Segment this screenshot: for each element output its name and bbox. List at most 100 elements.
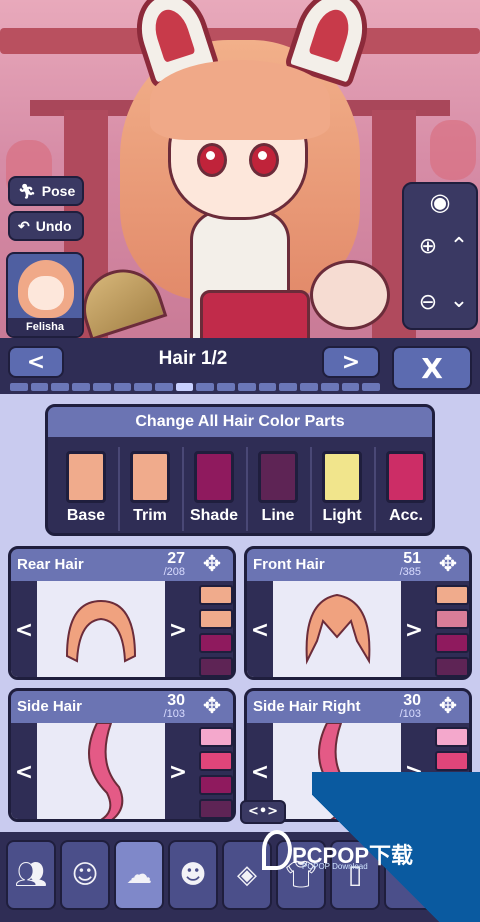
part-total: /103 (163, 708, 185, 720)
color-part-shade[interactable]: Shade (182, 443, 246, 533)
move-icon[interactable]: ✥ (433, 551, 463, 579)
zoom-out-icon[interactable]: ⊖ (410, 290, 446, 315)
page-dot (217, 383, 235, 391)
part-card-rear-hair: Rear Hair 27/208 ✥ < > (8, 546, 236, 680)
color-part-acc[interactable]: Acc. (374, 443, 438, 533)
part-color-swatch[interactable] (199, 727, 233, 747)
category-presets[interactable]: 👥︎ (6, 840, 56, 910)
part-preview[interactable] (273, 581, 401, 677)
undo-icon: ↶ (18, 217, 30, 234)
pose-label: Pose (41, 183, 76, 199)
panel-header: < Hair 1/2 > X (0, 338, 480, 394)
next-part-button[interactable]: > (165, 581, 191, 677)
character-scene[interactable]: 🏃︎ Pose ↶ Undo Felisha ◉ ⊕ ⌃ ⊖ ⌄ (0, 0, 480, 345)
part-color-swatch[interactable] (199, 657, 233, 677)
watermark-logo-icon (262, 830, 292, 870)
color-part-light[interactable]: Light (310, 443, 374, 533)
part-color-swatch[interactable] (435, 585, 469, 605)
pose-button[interactable]: 🏃︎ Pose (8, 176, 84, 206)
move-icon[interactable]: ✥ (433, 693, 463, 721)
next-page-button[interactable]: > (322, 346, 380, 378)
move-icon[interactable]: ✥ (197, 551, 227, 579)
prev-page-button[interactable]: < (8, 346, 64, 378)
part-total: /385 (399, 566, 421, 578)
arrow-down-icon[interactable]: ⌄ (444, 288, 474, 313)
part-color-swatch[interactable] (199, 775, 233, 795)
swatch-divider (118, 447, 120, 531)
character-hakama (200, 290, 310, 345)
undo-button[interactable]: ↶ Undo (8, 211, 84, 241)
part-name: Rear Hair (17, 556, 84, 573)
panel-title: Hair 1/2 (158, 348, 228, 369)
part-name: Front Hair (253, 556, 325, 573)
part-name: Side Hair (17, 698, 83, 715)
part-number: 30 (403, 692, 421, 709)
page-dot (134, 383, 153, 391)
body-icon: ☺ (71, 860, 99, 890)
color-part-base[interactable]: Base (54, 443, 118, 533)
page-dot (279, 383, 298, 391)
part-color-swatch[interactable] (435, 727, 469, 747)
part-color-swatch[interactable] (199, 799, 233, 819)
part-preview[interactable] (37, 581, 165, 677)
category-body[interactable]: ☺ (60, 840, 110, 910)
eye-left (197, 143, 227, 177)
move-icon[interactable]: ✥ (197, 693, 227, 721)
change-all-hair-colors: Change All Hair Color Parts Base Trim Shad… (45, 404, 435, 536)
prev-part-button[interactable]: < (11, 581, 37, 677)
page-dot (113, 383, 132, 391)
background-lantern (430, 120, 476, 180)
color-swatch[interactable] (258, 451, 298, 503)
part-color-list (199, 585, 233, 677)
part-color-swatch[interactable] (435, 751, 469, 771)
part-color-swatch[interactable] (435, 657, 469, 677)
prev-part-button[interactable]: < (11, 723, 37, 819)
page-dot (10, 383, 28, 391)
color-swatch[interactable] (66, 451, 106, 503)
arrow-up-icon[interactable]: ⌃ (444, 234, 474, 259)
category-face[interactable]: ☻ (168, 840, 218, 910)
part-color-swatch[interactable] (199, 609, 233, 629)
zoom-in-icon[interactable]: ⊕ (410, 234, 446, 259)
page-indicator (10, 383, 380, 391)
part-card-header: Side Hair Right 30/103 ✥ (247, 691, 469, 723)
character-avatar-card[interactable]: Felisha (6, 252, 84, 338)
color-swatch[interactable] (194, 451, 234, 503)
color-part-trim[interactable]: Trim (118, 443, 182, 533)
color-swatch[interactable] (322, 451, 362, 503)
part-color-swatch[interactable] (199, 751, 233, 771)
part-color-swatch[interactable] (199, 585, 233, 605)
undo-label: Undo (35, 218, 72, 234)
part-number: 51 (403, 550, 421, 567)
hair-icon: ☁ (126, 860, 152, 890)
watermark-subtext: PCPOP Download (302, 862, 368, 871)
category-hair[interactable]: ☁ (114, 840, 164, 910)
face-icon: ☻ (179, 860, 207, 890)
color-box-title: Change All Hair Color Parts (48, 407, 432, 437)
page-dot (300, 383, 318, 391)
character[interactable] (72, 0, 390, 345)
part-color-list (435, 585, 469, 677)
page-dot (175, 383, 194, 391)
color-swatch[interactable] (386, 451, 426, 503)
part-color-swatch[interactable] (435, 609, 469, 629)
eye-icon[interactable]: ◉ (422, 188, 458, 216)
part-color-swatch[interactable] (199, 633, 233, 653)
part-card-header: Rear Hair 27/208 ✥ (11, 549, 233, 581)
page-dot (92, 383, 111, 391)
color-part-line[interactable]: Line (246, 443, 310, 533)
part-number: 27 (167, 550, 185, 567)
swatch-divider (310, 447, 312, 531)
part-card-side-hair: Side Hair 30/103 ✥ < > (8, 688, 236, 822)
next-part-button[interactable]: > (401, 581, 427, 677)
pose-icon: 🏃︎ (18, 182, 36, 199)
prev-part-button[interactable]: < (247, 581, 273, 677)
expand-toggle-button[interactable]: <•> (240, 800, 286, 824)
part-preview[interactable] (37, 722, 165, 819)
close-button[interactable]: X (392, 346, 472, 390)
part-color-swatch[interactable] (435, 633, 469, 653)
color-swatch[interactable] (130, 451, 170, 503)
page-dot (320, 383, 339, 391)
swatch-divider (182, 447, 184, 531)
next-part-button[interactable]: > (165, 723, 191, 819)
